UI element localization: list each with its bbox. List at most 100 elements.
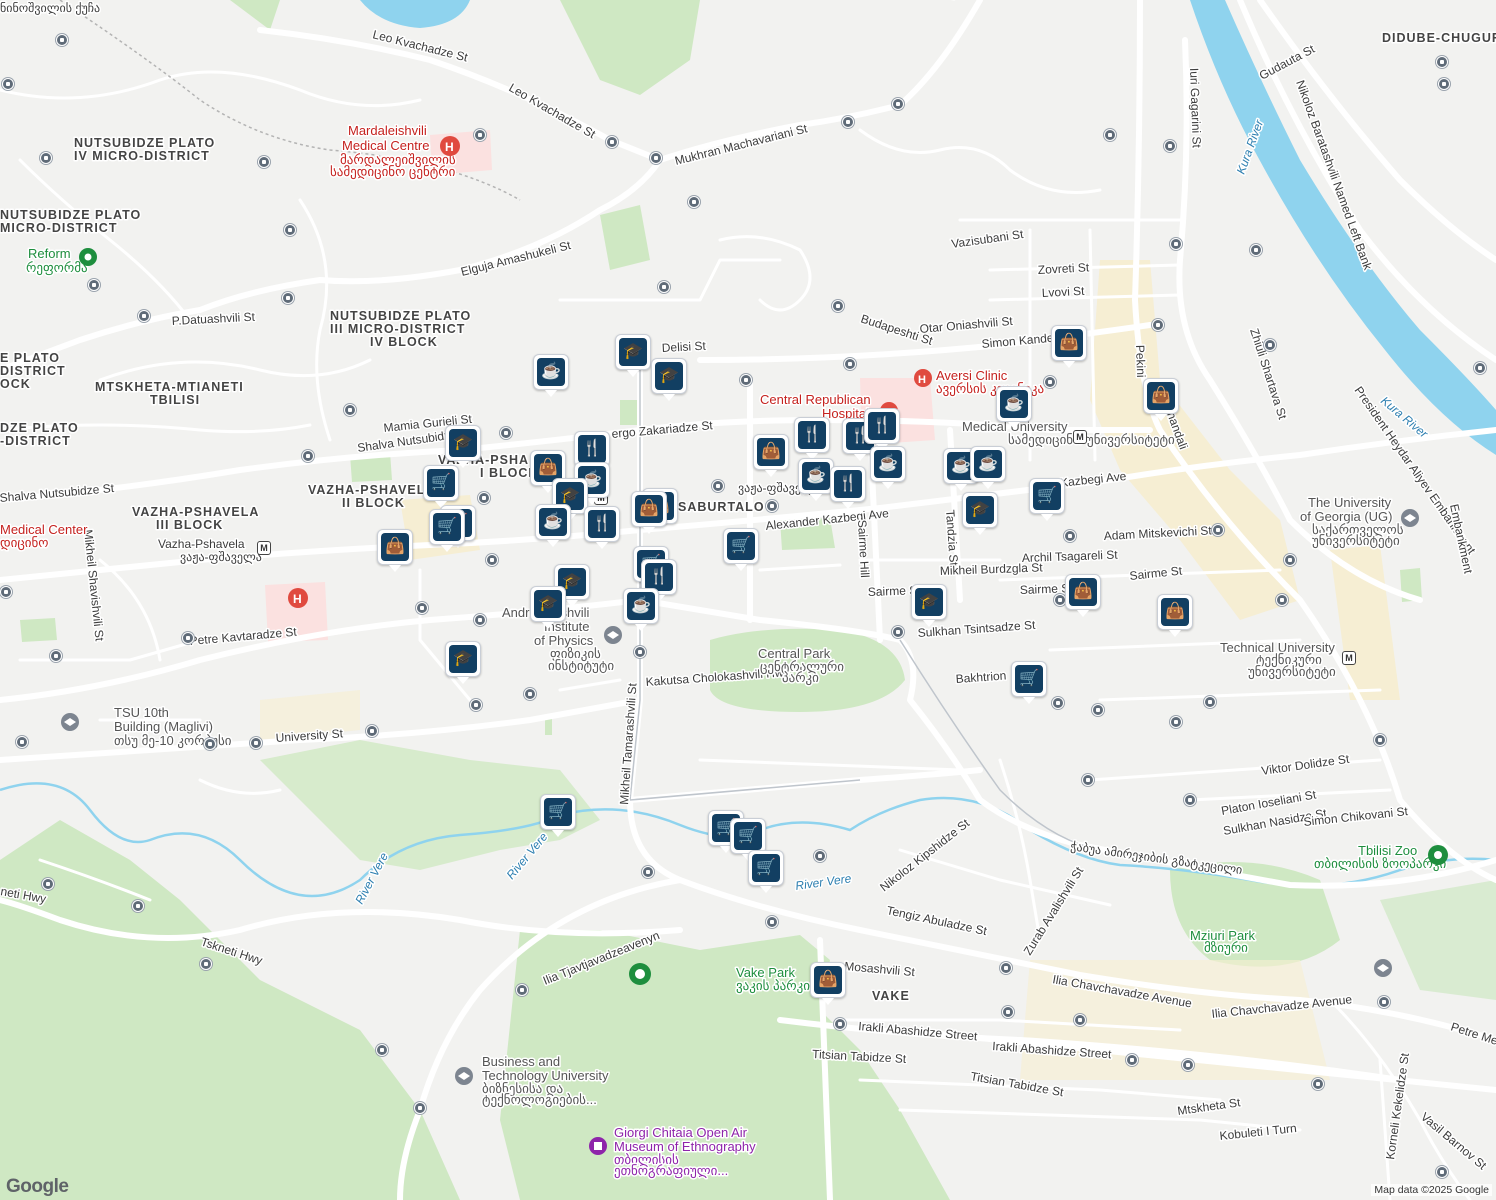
bus-stop-icon[interactable] [650, 152, 662, 164]
shopping-marker[interactable]: 👜 [1065, 574, 1101, 610]
school-marker[interactable]: 🎓 [651, 358, 687, 394]
bus-stop-icon[interactable] [2, 78, 14, 90]
grocery-marker[interactable]: 🛒 [1029, 478, 1065, 514]
bus-stop-icon[interactable] [1002, 1006, 1014, 1018]
bus-stop-icon[interactable] [1164, 140, 1176, 152]
bus-stop-icon[interactable] [1182, 1059, 1194, 1071]
bus-stop-icon[interactable] [200, 958, 212, 970]
shopping-marker[interactable]: 👜 [631, 491, 667, 527]
bus-stop-icon[interactable] [1126, 1054, 1138, 1066]
school-marker[interactable]: 🎓 [962, 492, 998, 528]
bus-stop-icon[interactable] [1092, 704, 1104, 716]
bus-stop-icon[interactable] [1170, 716, 1182, 728]
bus-stop-icon[interactable] [344, 404, 356, 416]
bus-stop-icon[interactable] [634, 646, 646, 658]
map-canvas[interactable]: NUTSUBIDZE PLATO IV MICRO-DISTRICT NUTSU… [0, 0, 1496, 1200]
cafe-marker[interactable]: ☕ [870, 446, 906, 482]
bus-stop-icon[interactable] [258, 156, 270, 168]
shopping-marker[interactable]: 👜 [810, 962, 846, 998]
school-marker[interactable]: 🎓 [615, 334, 651, 370]
bus-stop-icon[interactable] [414, 1102, 426, 1114]
metro-station-icon[interactable]: M [1342, 651, 1356, 665]
bus-stop-icon[interactable] [834, 1018, 846, 1030]
grocery-marker[interactable]: 🛒 [723, 528, 759, 564]
bus-stop-icon[interactable] [1104, 129, 1116, 141]
restaurant-marker[interactable]: 🍴 [830, 466, 866, 502]
shopping-marker[interactable]: 👜 [377, 529, 413, 565]
school-marker[interactable]: 🎓 [530, 586, 566, 622]
bus-stop-icon[interactable] [1250, 244, 1262, 256]
grocery-marker[interactable]: 🛒 [1011, 661, 1047, 697]
bus-stop-icon[interactable] [1436, 1166, 1448, 1178]
bus-stop-icon[interactable] [766, 500, 778, 512]
bus-stop-icon[interactable] [56, 34, 68, 46]
cafe-marker[interactable]: ☕ [970, 446, 1006, 482]
bus-stop-icon[interactable] [416, 602, 428, 614]
bus-stop-icon[interactable] [88, 279, 100, 291]
bus-stop-icon[interactable] [204, 738, 216, 750]
bus-stop-icon[interactable] [606, 136, 618, 148]
bus-stop-icon[interactable] [478, 492, 490, 504]
bus-stop-icon[interactable] [138, 310, 150, 322]
shopping-marker[interactable]: 👜 [753, 434, 789, 470]
bus-stop-icon[interactable] [132, 900, 144, 912]
bus-stop-icon[interactable] [182, 632, 194, 644]
bus-stop-icon[interactable] [1152, 319, 1164, 331]
bus-stop-icon[interactable] [688, 196, 700, 208]
map-attribution[interactable]: Map data ©2025 Google [1371, 1184, 1492, 1196]
restaurant-marker[interactable]: 🍴 [864, 408, 900, 444]
bus-stop-icon[interactable] [1276, 594, 1288, 606]
grocery-marker[interactable]: 🛒 [429, 509, 465, 545]
bus-stop-icon[interactable] [1082, 774, 1094, 786]
bus-stop-icon[interactable] [366, 725, 378, 737]
bus-stop-icon[interactable] [16, 736, 28, 748]
bus-stop-icon[interactable] [642, 866, 654, 878]
grocery-marker[interactable]: 🛒 [423, 465, 459, 501]
cafe-marker[interactable]: ☕ [535, 504, 571, 540]
restaurant-marker[interactable]: 🍴 [584, 506, 620, 542]
shopping-marker[interactable]: 👜 [1143, 378, 1179, 414]
cafe-marker[interactable]: ☕ [798, 458, 834, 494]
cafe-marker[interactable]: ☕ [623, 588, 659, 624]
cafe-marker[interactable]: ☕ [996, 386, 1032, 422]
metro-station-icon[interactable]: M [257, 541, 271, 555]
bus-stop-icon[interactable] [516, 984, 528, 996]
bus-stop-icon[interactable] [1212, 524, 1224, 536]
bus-stop-icon[interactable] [1000, 962, 1012, 974]
bus-stop-icon[interactable] [1264, 339, 1276, 351]
bus-stop-icon[interactable] [376, 1044, 388, 1056]
bus-stop-icon[interactable] [250, 737, 262, 749]
school-marker[interactable]: 🎓 [911, 584, 947, 620]
bus-stop-icon[interactable] [474, 129, 486, 141]
bus-stop-icon[interactable] [1284, 554, 1296, 566]
bus-stop-icon[interactable] [740, 374, 752, 386]
bus-stop-icon[interactable] [524, 688, 536, 700]
bus-stop-icon[interactable] [40, 152, 52, 164]
bus-stop-icon[interactable] [832, 300, 844, 312]
bus-stop-icon[interactable] [1184, 794, 1196, 806]
bus-stop-icon[interactable] [892, 626, 904, 638]
bus-stop-icon[interactable] [892, 98, 904, 110]
bus-stop-icon[interactable] [1074, 1014, 1086, 1026]
bus-stop-icon[interactable] [842, 116, 854, 128]
bus-stop-icon[interactable] [1204, 696, 1216, 708]
bus-stop-icon[interactable] [766, 916, 778, 928]
school-marker[interactable]: 🎓 [445, 425, 481, 461]
bus-stop-icon[interactable] [814, 850, 826, 862]
bus-stop-icon[interactable] [474, 614, 486, 626]
bus-stop-icon[interactable] [486, 554, 498, 566]
grocery-marker[interactable]: 🛒 [748, 850, 784, 886]
bus-stop-icon[interactable] [42, 878, 54, 890]
bus-stop-icon[interactable] [0, 586, 12, 598]
cafe-marker[interactable]: ☕ [533, 354, 569, 390]
shopping-marker[interactable]: 👜 [1157, 594, 1193, 630]
grocery-marker[interactable]: 🛒 [540, 794, 576, 830]
bus-stop-icon[interactable] [712, 480, 724, 492]
bus-stop-icon[interactable] [1374, 734, 1386, 746]
bus-stop-icon[interactable] [470, 699, 482, 711]
bus-stop-icon[interactable] [1474, 362, 1486, 374]
bus-stop-icon[interactable] [500, 427, 512, 439]
bus-stop-icon[interactable] [1378, 996, 1390, 1008]
bus-stop-icon[interactable] [302, 450, 314, 462]
bus-stop-icon[interactable] [844, 358, 856, 370]
